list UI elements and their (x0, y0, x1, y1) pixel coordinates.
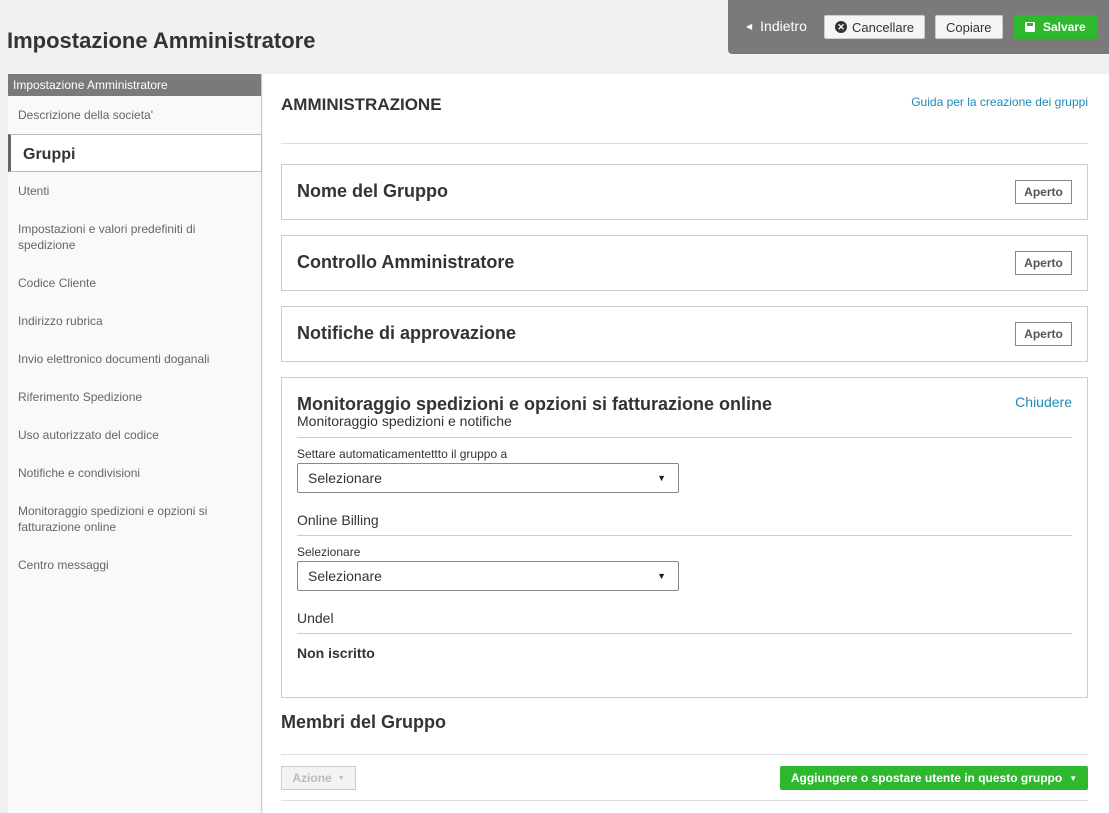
copy-label: Copiare (946, 19, 992, 35)
sidebar-item-impostazioni-spedizione[interactable]: Impostazioni e valori predefiniti di spe… (8, 221, 218, 253)
panel-monitoraggio-expanded: Monitoraggio spedizioni e opzioni si fat… (281, 377, 1088, 698)
action-dropdown-button[interactable]: Azione ▼ (281, 766, 356, 790)
panel-title: Controllo Amministratore (297, 252, 515, 272)
divider (281, 800, 1088, 801)
sidebar: Impostazione Amministratore Descrizione … (8, 74, 262, 813)
close-link[interactable]: Chiudere (1015, 394, 1072, 410)
caret-down-icon: ▼ (1069, 773, 1078, 783)
caret-down-icon: ▼ (657, 571, 666, 581)
guide-link[interactable]: Guida per la creazione dei gruppi (911, 95, 1088, 109)
sidebar-item-invio-documenti[interactable]: Invio elettronico documenti doganali (8, 351, 219, 367)
divider (281, 143, 1088, 144)
add-user-label: Aggiungere o spostare utente in questo g… (790, 771, 1063, 785)
save-disk-icon (1025, 22, 1035, 32)
sidebar-item-descrizione[interactable]: Descrizione della societa' (8, 107, 163, 123)
page-title: Impostazione Amministratore (7, 28, 316, 53)
panel-nome-gruppo: Nome del Gruppo Aperto (281, 164, 1088, 220)
save-button[interactable]: Salvare (1014, 15, 1097, 39)
open-button[interactable]: Aperto (1015, 322, 1072, 346)
panel-notifiche-approvazione: Notifiche di approvazione Aperto (281, 306, 1088, 362)
sidebar-item-centro-messaggi[interactable]: Centro messaggi (8, 557, 119, 573)
sidebar-item-indirizzo-rubrica[interactable]: Indirizzo rubrica (8, 313, 113, 329)
copy-button[interactable]: Copiare (935, 15, 1003, 39)
billing-select[interactable]: Selezionare ▼ (297, 561, 679, 591)
back-button[interactable]: ◀ Indietro (746, 18, 807, 34)
divider (297, 633, 1072, 634)
cancel-label: Cancellare (852, 19, 915, 35)
action-label: Azione (292, 771, 332, 785)
panel-controllo-amministratore: Controllo Amministratore Aperto (281, 235, 1088, 291)
sidebar-item-riferimento-spedizione[interactable]: Riferimento Spedizione (8, 389, 152, 405)
online-billing-label: Online Billing (297, 512, 379, 528)
panel-title: Nome del Gruppo (297, 181, 449, 201)
cancel-button[interactable]: ✕ Cancellare (824, 15, 926, 39)
divider (297, 535, 1072, 536)
panel-title: Notifiche di approvazione (297, 323, 517, 343)
panel-subtitle: Monitoraggio spedizioni e notifiche (297, 413, 512, 429)
auto-group-label: Settare automaticamentettto il gruppo a (297, 447, 508, 461)
back-label: Indietro (760, 18, 807, 34)
sidebar-item-monitoraggio[interactable]: Monitoraggio spedizioni e opzioni si fat… (8, 503, 223, 535)
select-value: Selezionare (308, 568, 382, 584)
caret-down-icon: ▼ (657, 473, 666, 483)
section-title: AMMINISTRAZIONE (281, 95, 442, 114)
sidebar-item-notifiche[interactable]: Notifiche e condivisioni (8, 465, 150, 481)
auto-group-select[interactable]: Selezionare ▼ (297, 463, 679, 493)
sidebar-item-uso-codice[interactable]: Uso autorizzato del codice (8, 427, 169, 443)
divider (297, 437, 1072, 438)
select-value: Selezionare (308, 470, 382, 486)
open-button[interactable]: Aperto (1015, 180, 1072, 204)
open-button[interactable]: Aperto (1015, 251, 1072, 275)
action-toolbar: ◀ Indietro ✕ Cancellare Copiare Salvare (728, 0, 1109, 54)
main-content: AMMINISTRAZIONE Guida per la creazione d… (263, 74, 1109, 813)
caret-down-icon: ▼ (337, 774, 345, 782)
panel-title: Monitoraggio spedizioni e opzioni si fat… (297, 394, 772, 414)
divider (281, 754, 1088, 755)
billing-select-label: Selezionare (297, 545, 361, 559)
sidebar-header: Impostazione Amministratore (8, 74, 261, 96)
save-label: Salvare (1043, 20, 1086, 34)
members-title: Membri del Gruppo (281, 712, 447, 732)
close-circle-icon: ✕ (835, 21, 847, 33)
back-arrow-icon: ◀ (746, 22, 753, 31)
sidebar-item-utenti[interactable]: Utenti (8, 183, 59, 199)
sidebar-item-gruppi[interactable]: Gruppi (8, 134, 262, 172)
add-move-user-button[interactable]: Aggiungere o spostare utente in questo g… (780, 766, 1088, 790)
undel-status: Non iscritto (297, 645, 375, 661)
undel-label: Undel (297, 610, 334, 626)
sidebar-item-codice-cliente[interactable]: Codice Cliente (8, 275, 106, 291)
